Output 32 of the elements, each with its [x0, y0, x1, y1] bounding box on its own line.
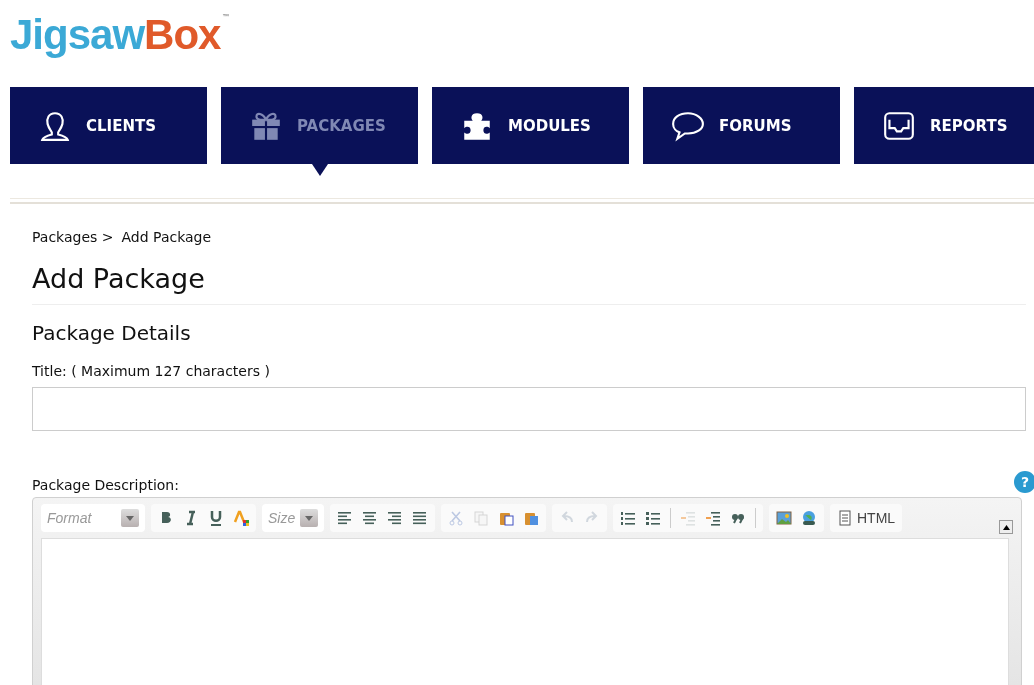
indent-icon	[705, 510, 721, 526]
nav-tab[interactable]: CLIENTS	[10, 87, 207, 164]
document-icon	[837, 510, 853, 526]
globe-icon	[801, 510, 817, 526]
section-heading: Package Details	[32, 321, 192, 345]
bulleted-list-icon	[645, 510, 661, 526]
nav-tab[interactable]: FORUMS	[643, 87, 840, 164]
collapse-toolbar-button[interactable]	[999, 520, 1013, 534]
outdent-icon	[680, 510, 696, 526]
underline-icon	[208, 510, 224, 526]
field-label: Package Description:	[32, 477, 179, 493]
field-label: Title: ( Maximum 127 characters )	[32, 363, 271, 379]
align-right-icon	[387, 510, 403, 526]
breadcrumb-link[interactable]: Packages >	[32, 229, 114, 245]
nav-tab[interactable]: MODULES	[432, 87, 629, 164]
align-left-icon	[337, 510, 353, 526]
justify-icon	[412, 510, 428, 526]
copy-icon	[473, 510, 489, 526]
text-color-icon	[233, 510, 249, 526]
caret-icon	[121, 509, 139, 527]
title-input[interactable]	[32, 387, 1026, 431]
clipboard-icon	[523, 510, 539, 526]
clipboard-icon	[498, 510, 514, 526]
caret-icon	[300, 509, 318, 527]
scissors-icon	[448, 510, 464, 526]
nav-tab[interactable]: REPORTS	[854, 87, 1034, 164]
caret-icon	[1002, 524, 1010, 530]
numbered-list-icon	[620, 510, 636, 526]
page-title: Add Package	[32, 263, 1026, 305]
align-center-icon	[362, 510, 378, 526]
image-icon	[776, 510, 792, 526]
breadcrumb-current: Add Package	[121, 229, 212, 245]
